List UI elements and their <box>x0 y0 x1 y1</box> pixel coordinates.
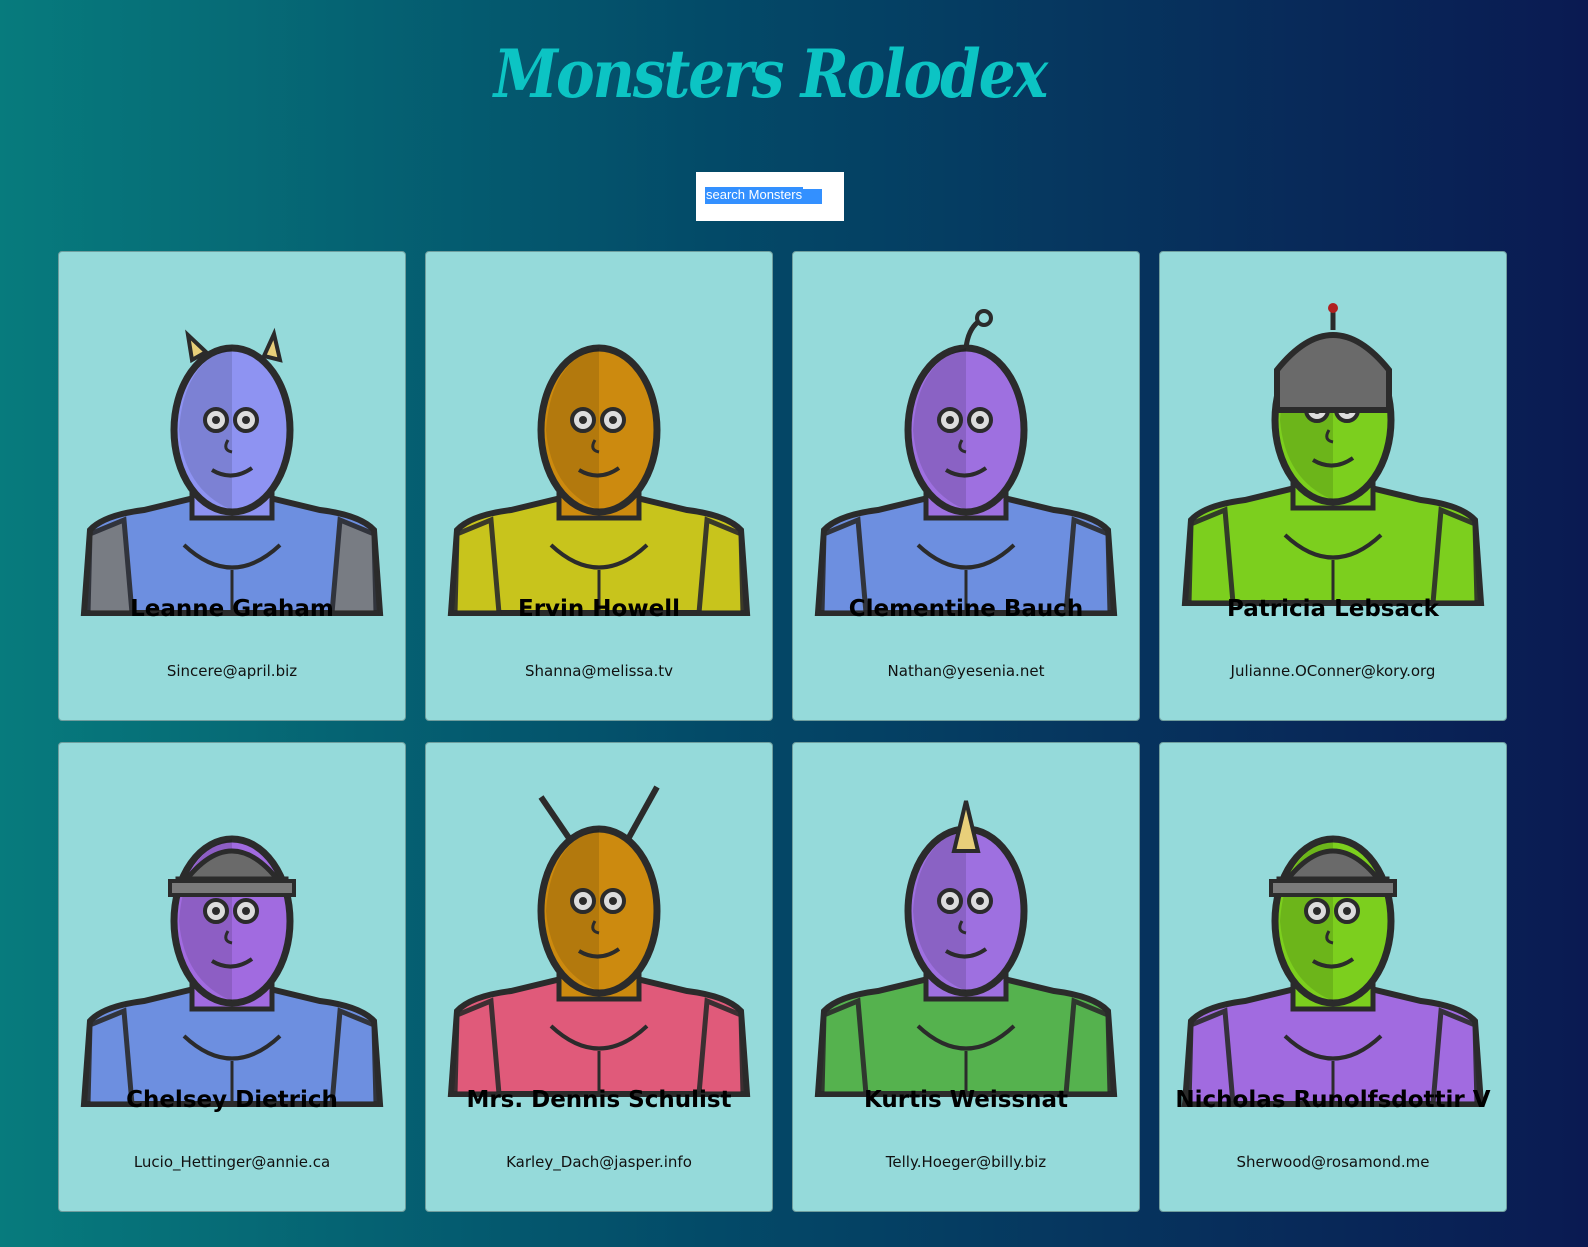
monster-name: Clementine Bauch <box>848 596 1084 622</box>
monster-email: Nathan@yesenia.net <box>887 662 1045 680</box>
monster-avatar <box>814 309 1118 616</box>
monster-card[interactable]: Clementine Bauch Nathan@yesenia.net <box>792 251 1140 721</box>
monster-card[interactable]: Leanne Graham Sincere@april.biz <box>58 251 406 721</box>
monster-email: Telly.Hoeger@billy.biz <box>885 1153 1047 1171</box>
monster-card[interactable]: Patricia Lebsack Julianne.OConner@kory.o… <box>1159 251 1507 721</box>
monster-avatar <box>1181 303 1485 606</box>
page-title: Monsters Rolodex <box>493 34 1048 114</box>
monster-name: Ervin Howell <box>518 596 680 622</box>
monster-avatar <box>447 344 751 616</box>
monster-email: Shanna@melissa.tv <box>525 662 673 680</box>
monster-email: Lucio_Hettinger@annie.ca <box>133 1153 331 1171</box>
monster-avatar <box>80 327 384 616</box>
search-input[interactable] <box>696 172 844 221</box>
monster-name: Leanne Graham <box>130 596 334 622</box>
monster-card[interactable]: Chelsey Dietrich Lucio_Hettinger@annie.c… <box>58 742 406 1212</box>
monster-avatar <box>814 800 1118 1097</box>
monster-email: Sincere@april.biz <box>166 662 298 680</box>
monster-card[interactable]: Ervin Howell Shanna@melissa.tv <box>425 251 773 721</box>
monster-email: Julianne.OConner@kory.org <box>1230 662 1436 680</box>
card-list: Leanne Graham Sincere@april.biz Ervin Ho… <box>58 251 1507 1212</box>
monster-email: Karley_Dach@jasper.info <box>506 1153 692 1171</box>
monster-card[interactable]: Kurtis Weissnat Telly.Hoeger@billy.biz <box>792 742 1140 1212</box>
monster-email: Sherwood@rosamond.me <box>1236 1153 1430 1171</box>
monster-name: Nicholas Runolfsdottir V <box>1175 1087 1491 1113</box>
monster-name: Patricia Lebsack <box>1227 596 1439 622</box>
monster-card[interactable]: Mrs. Dennis Schulist Karley_Dach@jasper.… <box>425 742 773 1212</box>
monster-name: Kurtis Weissnat <box>863 1087 1068 1113</box>
monster-avatar <box>80 835 384 1107</box>
monster-avatar <box>447 785 751 1097</box>
monster-avatar <box>1181 835 1485 1107</box>
monster-card[interactable]: Nicholas Runolfsdottir V Sherwood@rosamo… <box>1159 742 1507 1212</box>
monster-name: Mrs. Dennis Schulist <box>466 1087 732 1113</box>
monster-name: Chelsey Dietrich <box>126 1087 338 1113</box>
